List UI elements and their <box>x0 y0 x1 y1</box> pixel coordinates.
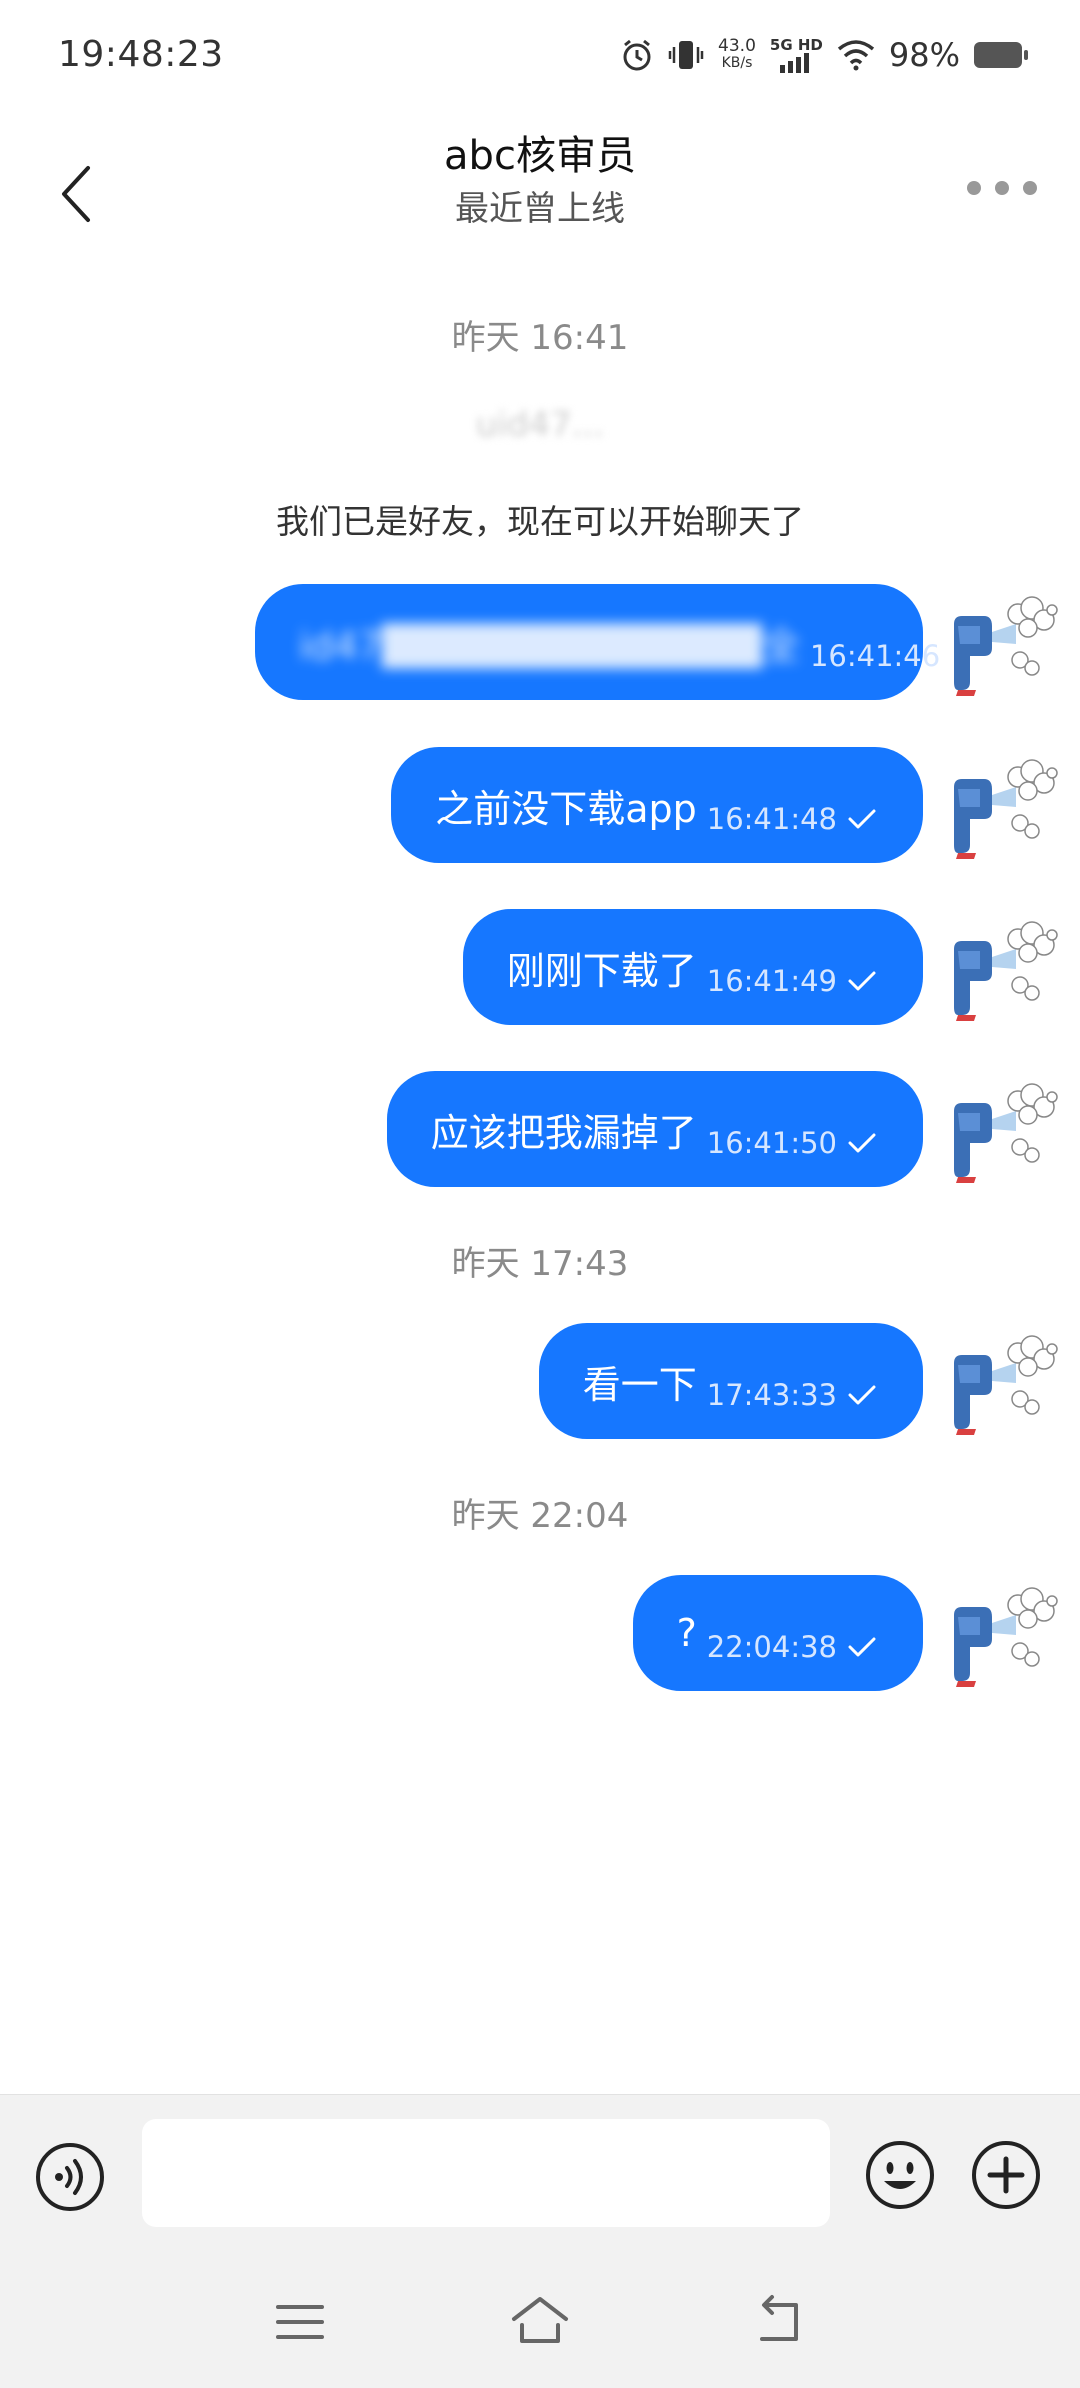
avatar[interactable] <box>946 749 1058 861</box>
message-time: 22:04:38 <box>706 1630 837 1664</box>
message-bubble[interactable]: 应该把我漏掉了 16:41:50 <box>386 1071 923 1187</box>
emoji-icon[interactable] <box>864 2139 936 2211</box>
battery-icon <box>974 42 1028 68</box>
message-time: 16:41:49 <box>706 964 837 998</box>
message-text: 看一下 <box>582 1362 697 1407</box>
message-text: ? <box>676 1611 697 1655</box>
message-text: 应该把我漏掉了 <box>430 1110 697 1155</box>
plus-icon[interactable] <box>970 2139 1042 2211</box>
message-meta: 16:41:49 <box>707 936 923 998</box>
message-input[interactable] <box>142 2119 830 2227</box>
message-bubble[interactable]: id47█████████████全 16:41:46 <box>255 584 923 700</box>
message-bubble[interactable]: 刚刚下载了 16:41:49 <box>462 909 923 1025</box>
message-time: 16:41:50 <box>706 1126 837 1160</box>
home-icon[interactable] <box>508 2291 572 2351</box>
message-time: 16:41:48 <box>706 802 837 836</box>
message-time: 17:43:33 <box>706 1378 837 1412</box>
time-separator: 昨天 22:04 <box>451 1496 629 1536</box>
title-block: abc核审员 最近曾上线 <box>0 128 1080 234</box>
message-time: 16:41:46 <box>809 639 941 673</box>
message-text: 之前没下载app <box>435 786 697 831</box>
message-row: ? 22:04:38 <box>0 1575 1080 1693</box>
read-check-icon <box>847 1635 877 1659</box>
more-options-icon[interactable] <box>962 168 1042 208</box>
avatar[interactable] <box>946 586 1058 698</box>
message-bubble[interactable]: ? 22:04:38 <box>632 1575 923 1691</box>
message-row: 看一下 17:43:33 <box>0 1323 1080 1441</box>
signal-bars-icon <box>780 52 810 73</box>
system-nav-bar <box>0 2257 1080 2388</box>
message-row: 应该把我漏掉了 16:41:50 <box>0 1071 1080 1189</box>
status-bar: 19:48:23 43.0 KB/s 5G HD 98% <box>0 0 1080 118</box>
online-status: 最近曾上线 <box>455 189 625 229</box>
avatar[interactable] <box>946 911 1058 1023</box>
redacted-uid: uid47... <box>475 405 605 445</box>
avatar[interactable] <box>946 1577 1058 1689</box>
status-time: 19:48:23 <box>58 34 224 75</box>
message-meta: 16:41:48 <box>707 774 923 836</box>
network-speed: 43.0 KB/s <box>718 36 756 72</box>
message-meta: 16:41:50 <box>707 1098 923 1160</box>
message-row: 之前没下载app 16:41:48 <box>0 747 1080 865</box>
menu-icon[interactable] <box>270 2297 330 2347</box>
message-bubble[interactable]: 之前没下载app 16:41:48 <box>391 747 923 863</box>
message-meta: 17:43:33 <box>707 1350 923 1412</box>
avatar[interactable] <box>946 1073 1058 1185</box>
status-icons: 43.0 KB/s 5G HD 98% <box>620 30 1028 80</box>
read-check-icon <box>847 807 877 831</box>
message-row: id47█████████████全 16:41:46 <box>0 584 1080 702</box>
time-separator: 昨天 16:41 <box>451 318 629 358</box>
system-notice: 我们已是好友，现在可以开始聊天了 <box>276 502 804 541</box>
message-bubble[interactable]: 看一下 17:43:33 <box>538 1323 923 1439</box>
message-text: 刚刚下载了 <box>506 948 697 993</box>
system-back-icon[interactable] <box>752 2293 808 2349</box>
time-separator: 昨天 17:43 <box>451 1244 629 1284</box>
wifi-icon <box>837 40 874 71</box>
message-row: 刚刚下载了 16:41:49 <box>0 909 1080 1027</box>
avatar[interactable] <box>946 1325 1058 1437</box>
read-check-icon <box>847 969 877 993</box>
alarm-icon <box>623 39 651 71</box>
message-text: id47█████████████全 <box>299 623 800 668</box>
message-meta: 22:04:38 <box>707 1602 923 1664</box>
chat-title: abc核审员 <box>444 133 636 179</box>
cell-signal: 5G HD <box>770 37 823 73</box>
battery-percent: 98% <box>888 36 960 74</box>
chat-header: abc核审员 最近曾上线 <box>0 118 1080 258</box>
input-bar <box>0 2094 1080 2258</box>
read-check-icon <box>847 1383 877 1407</box>
vibrate-icon <box>668 41 704 69</box>
voice-input-icon[interactable] <box>34 2141 106 2213</box>
read-check-icon <box>847 1131 877 1155</box>
